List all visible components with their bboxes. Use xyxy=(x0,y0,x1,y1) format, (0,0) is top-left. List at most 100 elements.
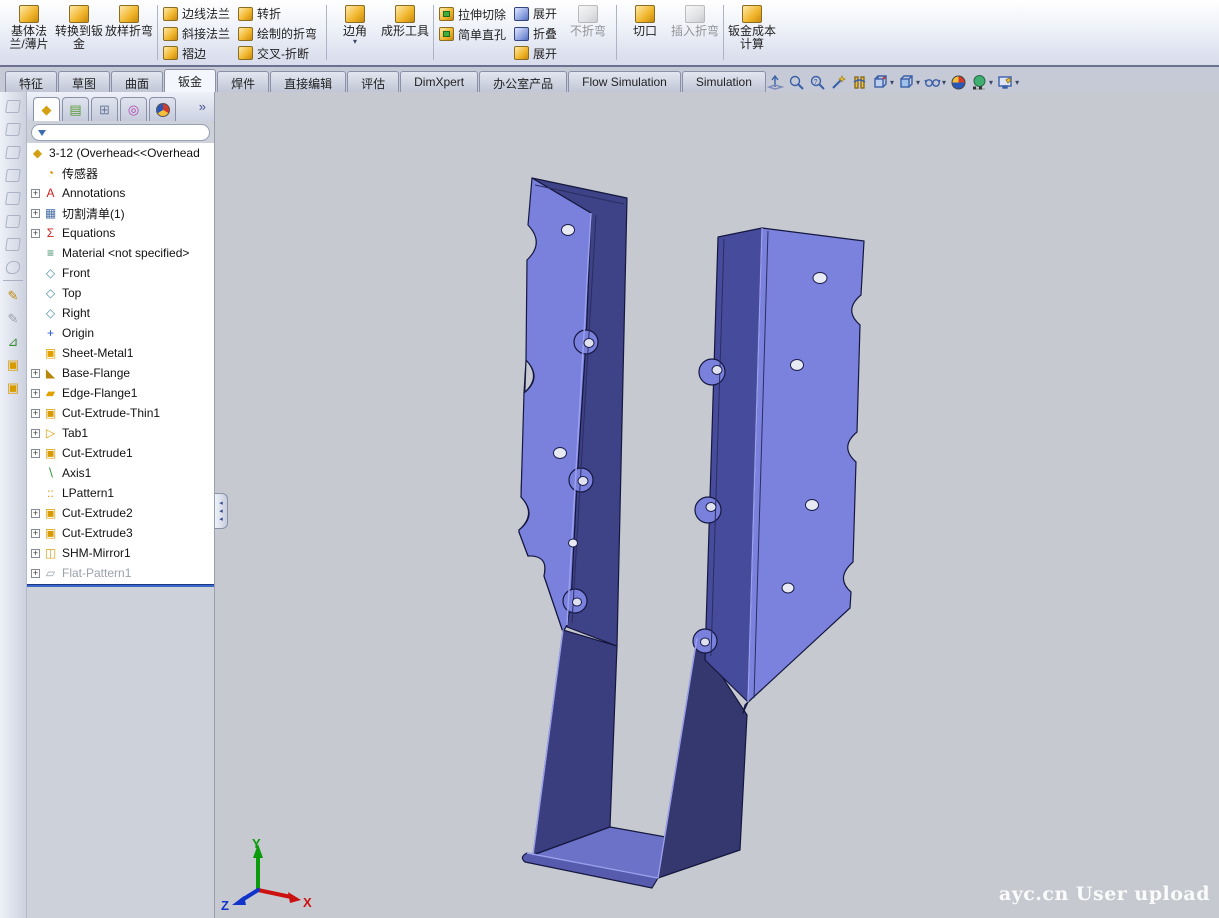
dimxpertmanager-tab[interactable]: ◎ xyxy=(120,97,147,121)
dropdown-caret-icon[interactable]: ▾ xyxy=(916,78,920,87)
instant3d-button[interactable]: ▣ xyxy=(4,355,22,373)
zoom-to-fit-button[interactable] xyxy=(765,73,786,92)
tab-草图[interactable]: 草图 xyxy=(58,71,110,92)
section-view-button[interactable] xyxy=(849,73,870,92)
fold-button[interactable]: 折叠 xyxy=(512,24,563,44)
tree-item-top[interactable]: ◇Top xyxy=(27,283,214,303)
edge-flange-button[interactable]: 边线法兰 xyxy=(161,4,236,24)
sheet-metal-part-model[interactable] xyxy=(215,92,1219,918)
displaymanager-tab[interactable] xyxy=(149,97,176,121)
expand-plus-icon[interactable]: + xyxy=(31,189,40,198)
configurationmanager-tab[interactable]: ⊞ xyxy=(91,97,118,121)
tree-item-axis1[interactable]: ∖Axis1 xyxy=(27,463,214,483)
feature-box-button[interactable] xyxy=(4,166,22,184)
jog-button[interactable]: 转折 xyxy=(236,4,323,24)
expand-plus-icon[interactable]: + xyxy=(31,429,40,438)
tree-item-sheet-metal1[interactable]: ▣Sheet-Metal1 xyxy=(27,343,214,363)
tab-评估[interactable]: 评估 xyxy=(347,71,399,92)
flatten-button[interactable]: 展开 xyxy=(512,43,563,63)
tab-特征[interactable]: 特征 xyxy=(5,71,57,92)
tab-simulation[interactable]: Simulation xyxy=(682,71,766,92)
tree-item-flat-pattern1[interactable]: +▱Flat-Pattern1 xyxy=(27,563,214,583)
expand-plus-icon[interactable]: + xyxy=(31,209,40,218)
tree-item-front[interactable]: ◇Front xyxy=(27,263,214,283)
convert-to-sheetmetal-button[interactable]: 转换到钣金 xyxy=(54,2,104,63)
tree-item-right[interactable]: ◇Right xyxy=(27,303,214,323)
feature-filter-input[interactable] xyxy=(46,126,209,139)
tree-item-equations[interactable]: +ΣEquations xyxy=(27,223,214,243)
hem-button[interactable]: 褶边 xyxy=(161,43,236,63)
zoom-to-area-button[interactable] xyxy=(786,73,807,92)
sheetmetal-cost-button[interactable]: 钣金成本计算 xyxy=(727,2,777,63)
propertymanager-tab[interactable]: ▤ xyxy=(62,97,89,121)
panel-splitter-handle[interactable]: ◂◂◂ xyxy=(215,493,228,529)
rollback-bar[interactable] xyxy=(27,584,214,587)
tree-item-tab1[interactable]: +▷Tab1 xyxy=(27,423,214,443)
edit-appearance-button[interactable] xyxy=(948,73,969,92)
feature-box-button[interactable] xyxy=(4,120,22,138)
tree-item-material-not-specified-[interactable]: ≡Material <not specified> xyxy=(27,243,214,263)
expand-plus-icon[interactable]: + xyxy=(31,509,40,518)
tab-dimxpert[interactable]: DimXpert xyxy=(400,71,478,92)
view-orientation-button[interactable]: ▾ xyxy=(870,73,896,92)
display-style-button[interactable]: ▾ xyxy=(896,73,922,92)
tree-item-base-flange[interactable]: +◣Base-Flange xyxy=(27,363,214,383)
miter-flange-button[interactable]: 斜接法兰 xyxy=(161,24,236,44)
tree-item-cut-extrude2[interactable]: +▣Cut-Extrude2 xyxy=(27,503,214,523)
simple-hole-button[interactable]: 简单直孔 xyxy=(437,24,512,44)
apply-scene-button[interactable]: ▾ xyxy=(969,73,995,92)
edit-sketch-button[interactable]: ✎ xyxy=(4,309,22,327)
lofted-bend-button[interactable]: 放样折弯 xyxy=(104,2,154,63)
sketch-pencil-button[interactable]: ✎ xyxy=(4,286,22,304)
view-settings-button[interactable]: ▾ xyxy=(995,73,1021,92)
expand-plus-icon[interactable]: + xyxy=(31,529,40,538)
sketched-bend-button[interactable]: 绘制的折弯 xyxy=(236,24,323,44)
expand-plus-icon[interactable]: + xyxy=(31,569,40,578)
tree-item-root[interactable]: ◆3-12 (Overhead<<Overhead xyxy=(27,143,214,163)
dropdown-caret-icon[interactable]: ▾ xyxy=(1015,78,1019,87)
cross-break-button[interactable]: 交叉-折断 xyxy=(236,43,323,63)
tree-item-lpattern1[interactable]: ::LPattern1 xyxy=(27,483,214,503)
feature-box-button[interactable] xyxy=(4,143,22,161)
tree-item-cut-extrude-thin1[interactable]: +▣Cut-Extrude-Thin1 xyxy=(27,403,214,423)
extruded-cut-button[interactable]: 拉伸切除 xyxy=(437,4,512,24)
featuremanager-tab[interactable]: ◆ xyxy=(33,97,60,121)
tab-焊件[interactable]: 焊件 xyxy=(217,71,269,92)
tab-曲面[interactable]: 曲面 xyxy=(111,71,163,92)
tab-flow-simulation[interactable]: Flow Simulation xyxy=(568,71,681,92)
tree-item-切割清单-1-[interactable]: +▦切割清单(1) xyxy=(27,203,214,223)
tab-直接编辑[interactable]: 直接编辑 xyxy=(270,71,346,92)
tree-item-annotations[interactable]: +AAnnotations xyxy=(27,183,214,203)
tree-item-cut-extrude1[interactable]: +▣Cut-Extrude1 xyxy=(27,443,214,463)
expand-plus-icon[interactable]: + xyxy=(31,389,40,398)
view-selector-button[interactable] xyxy=(828,73,849,92)
panel-tabs-overflow-chevron[interactable]: » xyxy=(199,99,206,114)
unfold-button[interactable]: 展开 xyxy=(512,4,563,24)
reference-geometry-button[interactable]: ⊿ xyxy=(4,332,22,350)
rip-button[interactable]: 切口 xyxy=(620,2,670,63)
expand-plus-icon[interactable]: + xyxy=(31,409,40,418)
tree-item-shm-mirror1[interactable]: +◫SHM-Mirror1 xyxy=(27,543,214,563)
feature-box-button[interactable] xyxy=(4,189,22,207)
tree-item-cut-extrude3[interactable]: +▣Cut-Extrude3 xyxy=(27,523,214,543)
magnified-selection-button[interactable]: ? xyxy=(807,73,828,92)
feature-box-button[interactable] xyxy=(4,212,22,230)
dropdown-caret-icon[interactable]: ▾ xyxy=(353,38,357,46)
expand-plus-icon[interactable]: + xyxy=(31,449,40,458)
dropdown-caret-icon[interactable]: ▾ xyxy=(989,78,993,87)
expand-plus-icon[interactable]: + xyxy=(31,549,40,558)
feature-box-round-button[interactable] xyxy=(4,258,22,276)
dropdown-caret-icon[interactable]: ▾ xyxy=(942,78,946,87)
tree-item-edge-flange1[interactable]: +▰Edge-Flange1 xyxy=(27,383,214,403)
hide-show-items-button[interactable]: ▾ xyxy=(922,73,948,92)
tree-item-origin[interactable]: +Origin xyxy=(27,323,214,343)
tree-item-传感器[interactable]: ◔传感器 xyxy=(27,163,214,183)
forming-tool-button[interactable]: 成形工具 xyxy=(380,2,430,63)
tab-办公室产品[interactable]: 办公室产品 xyxy=(479,71,567,92)
tab-钣金[interactable]: 钣金 xyxy=(164,69,216,92)
dropdown-caret-icon[interactable]: ▾ xyxy=(890,78,894,87)
expand-plus-icon[interactable]: + xyxy=(31,369,40,378)
graphics-viewport[interactable]: Y X Z ayc.cn User upload xyxy=(215,92,1219,918)
feature-box-button[interactable] xyxy=(4,235,22,253)
instant3d-alt-button[interactable]: ▣ xyxy=(4,378,22,396)
